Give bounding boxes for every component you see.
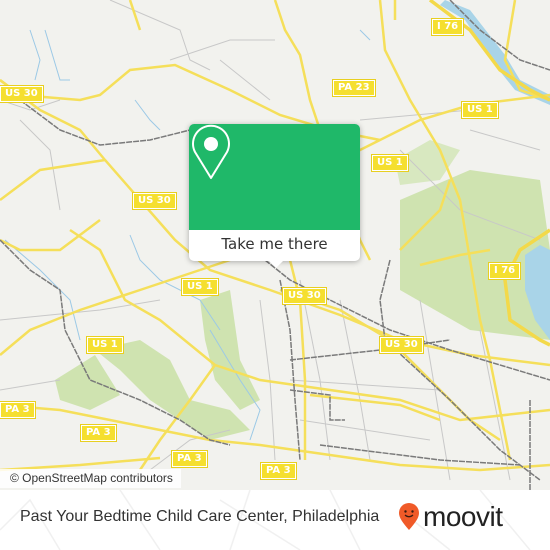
route-shield: PA 3: [80, 424, 117, 442]
take-me-there-button[interactable]: Take me there: [189, 230, 360, 261]
route-shield: US 1: [371, 154, 409, 172]
route-shield: US 1: [181, 278, 219, 296]
map[interactable]: US 30 US 30 PA 23 I 76 US 1 US 1 US 1 US…: [0, 0, 550, 490]
park: [200, 290, 260, 410]
route-shield: US 30: [132, 192, 177, 210]
footer: Past Your Bedtime Child Care Center, Phi…: [0, 490, 550, 550]
route-shield: I 76: [430, 18, 465, 36]
route-shield: I 76: [487, 262, 522, 280]
route-shield: PA 23: [332, 79, 376, 97]
route-shield: US 1: [461, 101, 499, 119]
logo-text: moovit: [423, 501, 503, 532]
location-popup: Take me there: [189, 124, 360, 268]
route-shield: US 1: [86, 336, 124, 354]
map-pin-icon: [192, 124, 230, 179]
moovit-pin-icon: [399, 503, 419, 530]
moovit-logo[interactable]: moovit: [398, 501, 503, 532]
route-shield: PA 3: [171, 450, 208, 468]
popup-header: [189, 124, 360, 230]
river: [440, 0, 550, 105]
route-shield: US 30: [0, 85, 44, 103]
park: [55, 355, 120, 410]
route-shield: US 30: [282, 287, 327, 305]
route-shield: US 30: [379, 336, 424, 354]
map-attribution[interactable]: © OpenStreetMap contributors: [0, 469, 181, 488]
popup-pointer: [269, 261, 283, 268]
route-shield: PA 3: [0, 401, 36, 419]
place-title: Past Your Bedtime Child Care Center, Phi…: [20, 508, 380, 525]
route-shield: PA 3: [260, 462, 297, 480]
